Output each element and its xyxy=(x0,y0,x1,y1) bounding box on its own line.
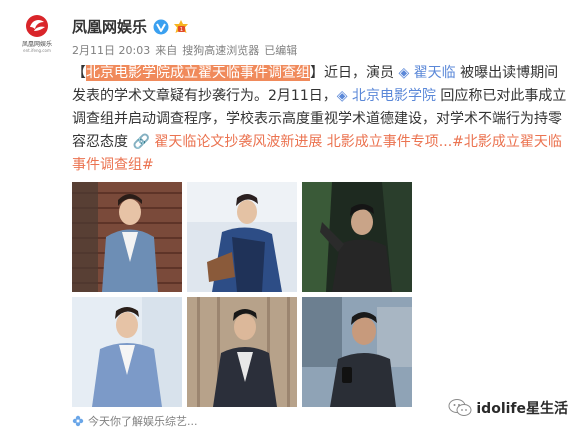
link-icon: 🔗 xyxy=(132,134,155,150)
watermark: idolife星生活 xyxy=(448,398,568,418)
account-avatar[interactable]: 凤凰网娱乐 ent.ifeng.com xyxy=(14,10,60,56)
ifeng-logo-icon xyxy=(26,15,48,37)
post-meta: 2月11日 20:03 来自 搜狗高速浏览器 已编辑 xyxy=(72,42,302,58)
post-header: 凤凰网娱乐 1 xyxy=(72,16,190,37)
mention-icon-2: ◈ xyxy=(336,88,352,104)
footer-link[interactable]: 今天你了解娱乐综艺... xyxy=(72,413,198,429)
mention-link-1[interactable]: 翟天临 xyxy=(414,65,456,81)
photo-5[interactable] xyxy=(187,297,297,407)
photo-6[interactable] xyxy=(302,297,412,407)
wechat-icon xyxy=(448,399,472,416)
account-name[interactable]: 凤凰网娱乐 xyxy=(72,16,147,37)
watermark-text: idolife星生活 xyxy=(476,401,568,417)
topic-link[interactable]: 翟天临论文抄袭风波新进展 北影成立事件专项... xyxy=(154,134,452,150)
photo-1[interactable] xyxy=(72,182,182,292)
avatar-brand-subtext: ent.ifeng.com xyxy=(23,48,51,53)
mention-link-2[interactable]: 北京电影学院 xyxy=(352,88,436,104)
post-edited-label: 已编辑 xyxy=(264,44,298,57)
flower-icon xyxy=(72,415,84,427)
post-text-part1: 近日，演员 xyxy=(324,65,399,81)
photo-2[interactable] xyxy=(187,182,297,292)
verified-v-icon xyxy=(153,19,169,34)
fan-badge-icon[interactable]: 1 xyxy=(172,19,190,35)
tag-open-bracket: 【 xyxy=(72,65,86,81)
post-from-label: 来自 xyxy=(155,44,178,57)
post-text: 【北京电影学院成立翟天临事件调查组】近日，演员 ◈ 翟天临 被曝出读博期间发表的… xyxy=(72,62,572,177)
post-headline-tag: 北京电影学院成立翟天临事件调查组 xyxy=(86,65,310,81)
avatar-brand-text: 凤凰网娱乐 xyxy=(21,41,52,48)
post-time[interactable]: 2月11日 20:03 xyxy=(72,44,150,57)
mention-icon: ◈ xyxy=(398,65,414,81)
photo-3[interactable] xyxy=(302,182,412,292)
footer-text: 今天你了解娱乐综艺... xyxy=(88,415,198,428)
svg-text:1: 1 xyxy=(180,27,183,33)
photo-4[interactable] xyxy=(72,297,182,407)
tag-close-bracket: 】 xyxy=(310,65,324,81)
post-client[interactable]: 搜狗高速浏览器 xyxy=(182,44,259,57)
